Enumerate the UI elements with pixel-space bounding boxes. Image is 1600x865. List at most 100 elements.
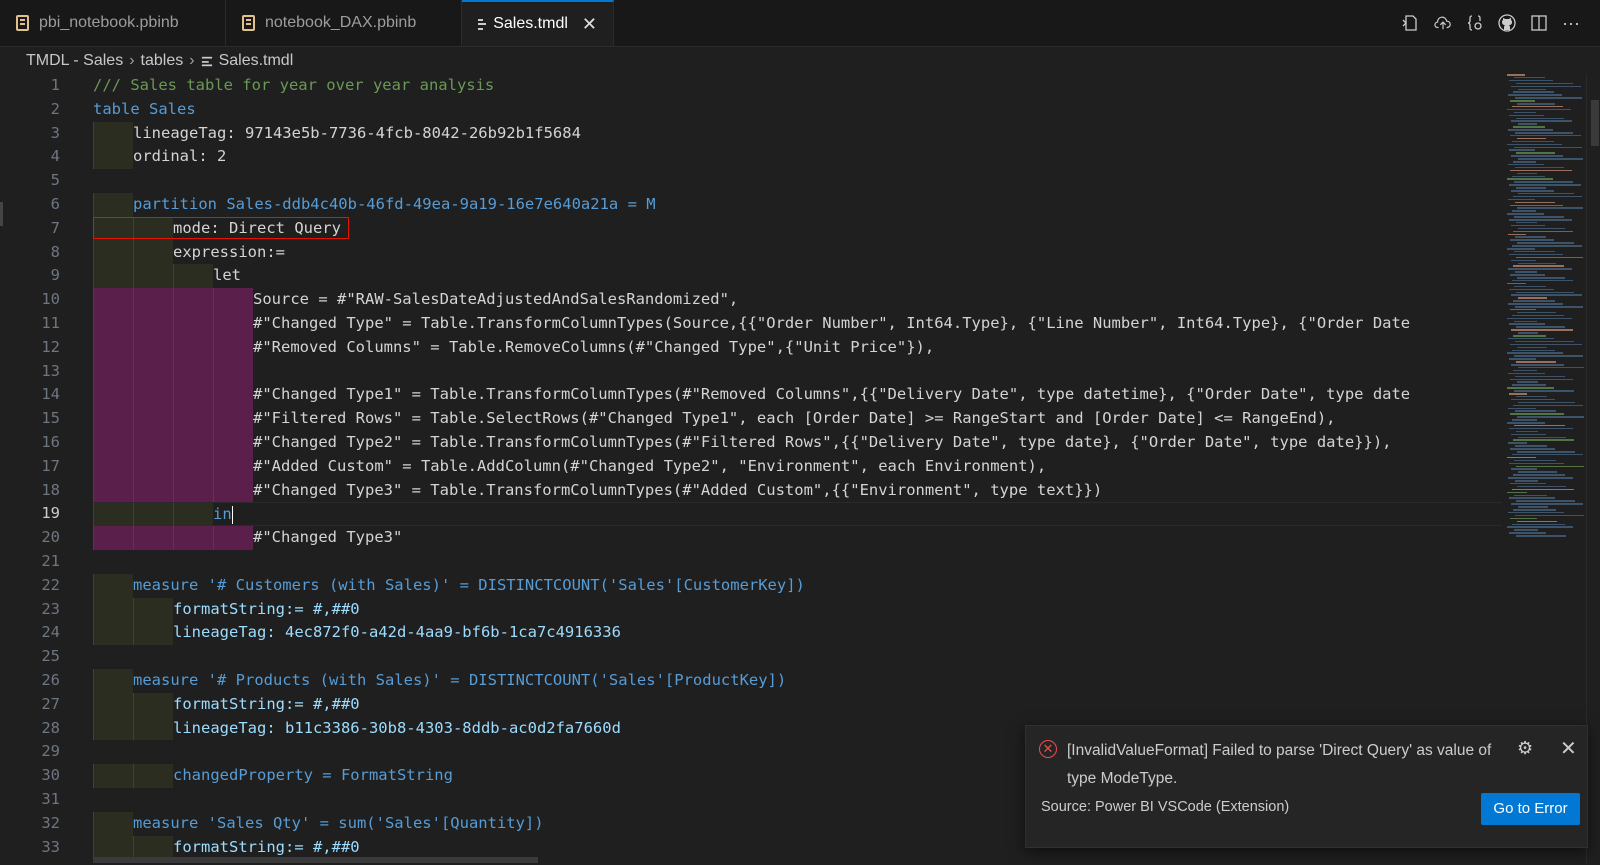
horizontal-scrollbar[interactable] [93,857,538,863]
minimap-line [1517,103,1555,105]
indent-guide [93,503,133,528]
indent-guide [93,288,133,312]
breadcrumb-item[interactable]: Sales.tmdl [219,52,294,70]
minimap-line [1511,503,1583,505]
indent-guide [213,311,253,336]
indent-guide [93,692,133,717]
indent-guide [133,597,173,622]
close-icon[interactable]: ✕ [582,14,597,35]
code-text: in [213,505,232,524]
indent-guide [133,216,173,241]
indent-guide [93,526,133,550]
minimap-line [1512,279,1573,282]
notebook-icon [242,15,255,31]
minimap-line [1509,393,1527,395]
line-number: 19 [41,504,60,523]
indent-guide [93,811,133,836]
line-number: 2 [50,99,60,118]
scrollbar-thumb[interactable] [1591,100,1599,146]
minimap[interactable] [1503,74,1584,554]
minimap-line [1509,253,1563,256]
indent-guide [133,383,173,408]
code-text: mode: Direct Query [173,218,341,237]
line-number: 24 [41,623,60,642]
gear-icon[interactable]: ⚙ [1517,738,1533,759]
minimap-line [1513,230,1573,233]
line-number: 16 [41,432,60,451]
minimap-line [1510,343,1582,346]
minimap-line [1508,94,1562,96]
minimap-line [1514,390,1574,392]
line-number: 27 [41,694,60,713]
minimap-line [1511,294,1582,296]
minimap-line [1507,387,1554,389]
minimap-line [1509,79,1553,82]
more-icon[interactable]: ··· [1562,13,1580,33]
minimap-line [1510,448,1555,450]
minimap-line [1514,459,1556,462]
minimap-line [1508,163,1544,166]
line-number: 32 [41,813,60,832]
minimap-line [1515,340,1574,343]
code-text: lineageTag: 4ec872f0-a42d-4aa9-bf6b-1ca7… [173,623,621,642]
minimap-line [1512,488,1574,491]
open-changes-icon[interactable] [1402,14,1420,32]
code-line: formatString:= #,##0 [93,597,1502,622]
minimap-line [1512,175,1545,177]
minimap-line [1509,462,1564,465]
minimap-line [1517,277,1565,279]
minimap-line [1515,445,1547,447]
split-editor-icon[interactable] [1530,14,1548,32]
indent-guide [173,478,213,503]
breadcrumb-item[interactable]: tables [141,52,184,70]
indent-guide [173,311,213,336]
minimap-line [1517,520,1557,523]
minimap-line [1513,126,1545,128]
minimap-line [1512,210,1536,212]
minimap-line [1509,288,1554,291]
minimap-line [1515,514,1584,517]
cloud-upload-icon[interactable] [1434,14,1452,32]
close-icon[interactable]: ✕ [1560,736,1577,761]
line-number: 28 [41,718,60,737]
minimap-line [1514,181,1573,183]
indent-guide [93,240,133,265]
tab-pbi-notebook[interactable]: pbi_notebook.pbinb [0,0,226,46]
tab-notebook-dax[interactable]: notebook_DAX.pbinb [226,0,462,46]
indent-guide [173,503,213,528]
editor-toolbar: ··· [1402,0,1580,46]
minimap-line [1511,120,1572,122]
braces-icon[interactable] [1466,14,1484,32]
code-text: ordinal: 2 [133,147,227,166]
minimap-line [1516,82,1573,85]
line-number: 13 [41,361,60,380]
code-line: #"Changed Type2" = Table.TransformColumn… [93,430,1502,455]
github-icon[interactable] [1498,14,1516,32]
minimap-line [1512,384,1546,386]
indent-guide [93,573,133,598]
indent-guide [93,335,133,360]
minimap-line [1510,274,1545,276]
minimap-line [1517,381,1538,383]
minimap-line [1507,213,1544,215]
minimap-line [1512,349,1555,351]
minimap-line [1508,129,1553,131]
breadcrumb-item[interactable]: TMDL - Sales [26,52,123,70]
minimap-line [1509,358,1536,360]
indent-guide [133,526,173,550]
minimap-line [1509,219,1572,221]
line-number: 20 [41,528,60,547]
minimap-line [1515,410,1556,412]
error-notification: ✕ [InvalidValueFormat] Failed to parse '… [1025,725,1588,848]
vertical-scrollbar[interactable] [1586,74,1600,865]
code-text: partition Sales-ddb4c40b-46fd-49ea-9a19-… [133,194,656,213]
line-number: 1 [50,76,60,94]
code-text: expression:= [173,242,285,261]
tab-sales-tmdl[interactable]: Sales.tmdl ✕ [462,0,614,46]
go-to-error-button[interactable]: Go to Error [1481,793,1580,825]
minimap-line [1508,477,1573,479]
code-line: lineageTag: 97143e5b-7736-4fcb-8042-26b9… [93,121,1502,146]
code-text: changedProperty = FormatString [173,766,453,785]
line-number: 26 [41,670,60,689]
chevron-right-icon: › [189,52,195,69]
